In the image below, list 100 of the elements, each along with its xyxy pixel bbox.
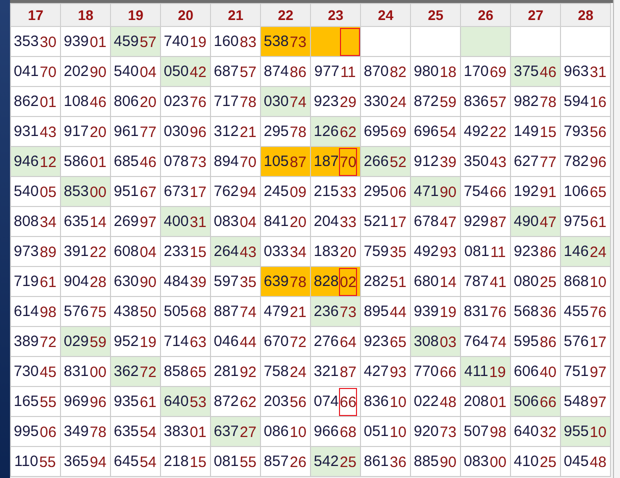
table-cell: 59586 — [510, 326, 561, 356]
table-cell: 04548 — [560, 446, 611, 476]
table-cell: 54897 — [560, 386, 611, 416]
table-cell: 41025 — [510, 446, 561, 476]
table-cell: 80620 — [110, 86, 161, 116]
table-cell: 89544 — [360, 296, 411, 326]
table-cell: 49222 — [460, 116, 511, 146]
table-cell: 63090 — [110, 266, 161, 296]
table-cell: 87259 — [410, 86, 461, 116]
table-cell: 39122 — [60, 236, 111, 266]
table-cell: 93143 — [10, 116, 61, 146]
table-cell: 90428 — [60, 266, 111, 296]
table-cell: 03074 — [260, 86, 311, 116]
table-cell: 73045 — [10, 356, 61, 386]
table-cell: 78296 — [560, 146, 611, 176]
table-cell: 59735 — [210, 266, 261, 296]
table-cell: 45576 — [560, 296, 611, 326]
table-cell: 83176 — [460, 296, 511, 326]
table-cell: 37546 — [510, 56, 561, 86]
table-cell: 04644 — [210, 326, 261, 356]
table-cell: 67847 — [410, 206, 461, 236]
table-cell: 79356 — [560, 116, 611, 146]
table-cell: 87262 — [210, 386, 261, 416]
table-cell: 95167 — [110, 176, 161, 206]
table-cell: 23673 — [310, 296, 361, 326]
table-cell: 98278 — [510, 86, 561, 116]
table-cell: 10587 — [260, 146, 311, 176]
table-cell: 82802 — [310, 266, 361, 296]
table-cell: 33024 — [360, 86, 411, 116]
table-cell: 76474 — [460, 326, 511, 356]
column-header: 19 — [110, 4, 161, 26]
table-cell: 18320 — [310, 236, 361, 266]
table-cell: 64053 — [160, 386, 211, 416]
table-cell: 69654 — [410, 116, 461, 146]
column-header: 27 — [510, 4, 561, 26]
table-cell: 78741 — [460, 266, 511, 296]
table-cell: 75466 — [460, 176, 511, 206]
table-cell: 62777 — [510, 146, 561, 176]
table-cell: 93919 — [410, 296, 461, 326]
table-cell: 96177 — [110, 116, 161, 146]
table-cell: 07873 — [160, 146, 211, 176]
table-cell: 04170 — [10, 56, 61, 86]
table-cell: 20290 — [60, 56, 111, 86]
table-cell: 11055 — [10, 446, 61, 476]
table-cell: 14915 — [510, 116, 561, 146]
table-cell: 02376 — [160, 86, 211, 116]
table-cell: 84120 — [260, 206, 311, 236]
table-cell: 88590 — [410, 446, 461, 476]
table-cell: 97561 — [560, 206, 611, 236]
column-header: 22 — [260, 4, 311, 26]
table-cell: 45957 — [110, 26, 161, 56]
table-cell: 08111 — [460, 236, 511, 266]
table-cell: 58601 — [60, 146, 111, 176]
table-cell: 61498 — [10, 296, 61, 326]
table-cell: 42793 — [360, 356, 411, 386]
table-cell: 47190 — [410, 176, 461, 206]
table-cell: 96996 — [60, 386, 111, 416]
table-cell: 40031 — [160, 206, 211, 236]
table-cell: 87486 — [260, 56, 311, 86]
table-cell: 08610 — [260, 416, 311, 446]
column-header: 21 — [210, 4, 261, 26]
table-cell: 36594 — [60, 446, 111, 476]
table-cell: 03096 — [160, 116, 211, 146]
table-cell: 43850 — [110, 296, 161, 326]
table-cell: 30803 — [410, 326, 461, 356]
table-cell: 38301 — [160, 416, 211, 446]
table-cell: 35043 — [460, 146, 511, 176]
table-cell: 24509 — [260, 176, 311, 206]
table-cell: 20356 — [260, 386, 311, 416]
table-cell: 03334 — [260, 236, 311, 266]
table-cell: 54005 — [10, 176, 61, 206]
table-cell: 54225 — [310, 446, 361, 476]
table-cell: 52117 — [360, 206, 411, 236]
table-cell: 08300 — [460, 446, 511, 476]
table-cell: 75824 — [260, 356, 311, 386]
column-header: 24 — [360, 4, 411, 26]
table-cell: 12662 — [310, 116, 361, 146]
table-cell: 96331 — [560, 56, 611, 86]
table-cell: 83610 — [360, 386, 411, 416]
table-cell: 47921 — [260, 296, 311, 326]
table-cell: 02959 — [60, 326, 111, 356]
table-cell: 07466 — [310, 386, 361, 416]
table-cell: 93901 — [60, 26, 111, 56]
table-cell: 57675 — [60, 296, 111, 326]
table-cell: 68014 — [410, 266, 461, 296]
table-cell: 59416 — [560, 86, 611, 116]
table-cell: 60640 — [510, 356, 561, 386]
table-cell: 86201 — [10, 86, 61, 116]
table-cell: 35330 — [10, 26, 61, 56]
table-cell: 32187 — [310, 356, 361, 386]
table-cell: 64554 — [110, 446, 161, 476]
table-cell: 76294 — [210, 176, 261, 206]
table-cell: 18770 — [310, 146, 361, 176]
table-cell: 08155 — [210, 446, 261, 476]
table-cell: 92987 — [460, 206, 511, 236]
table-cell: 63978 — [260, 266, 311, 296]
table-cell: 26652 — [360, 146, 411, 176]
table-cell: 71463 — [160, 326, 211, 356]
table-cell: 95510 — [560, 416, 611, 446]
table-cell: 98018 — [410, 56, 461, 86]
